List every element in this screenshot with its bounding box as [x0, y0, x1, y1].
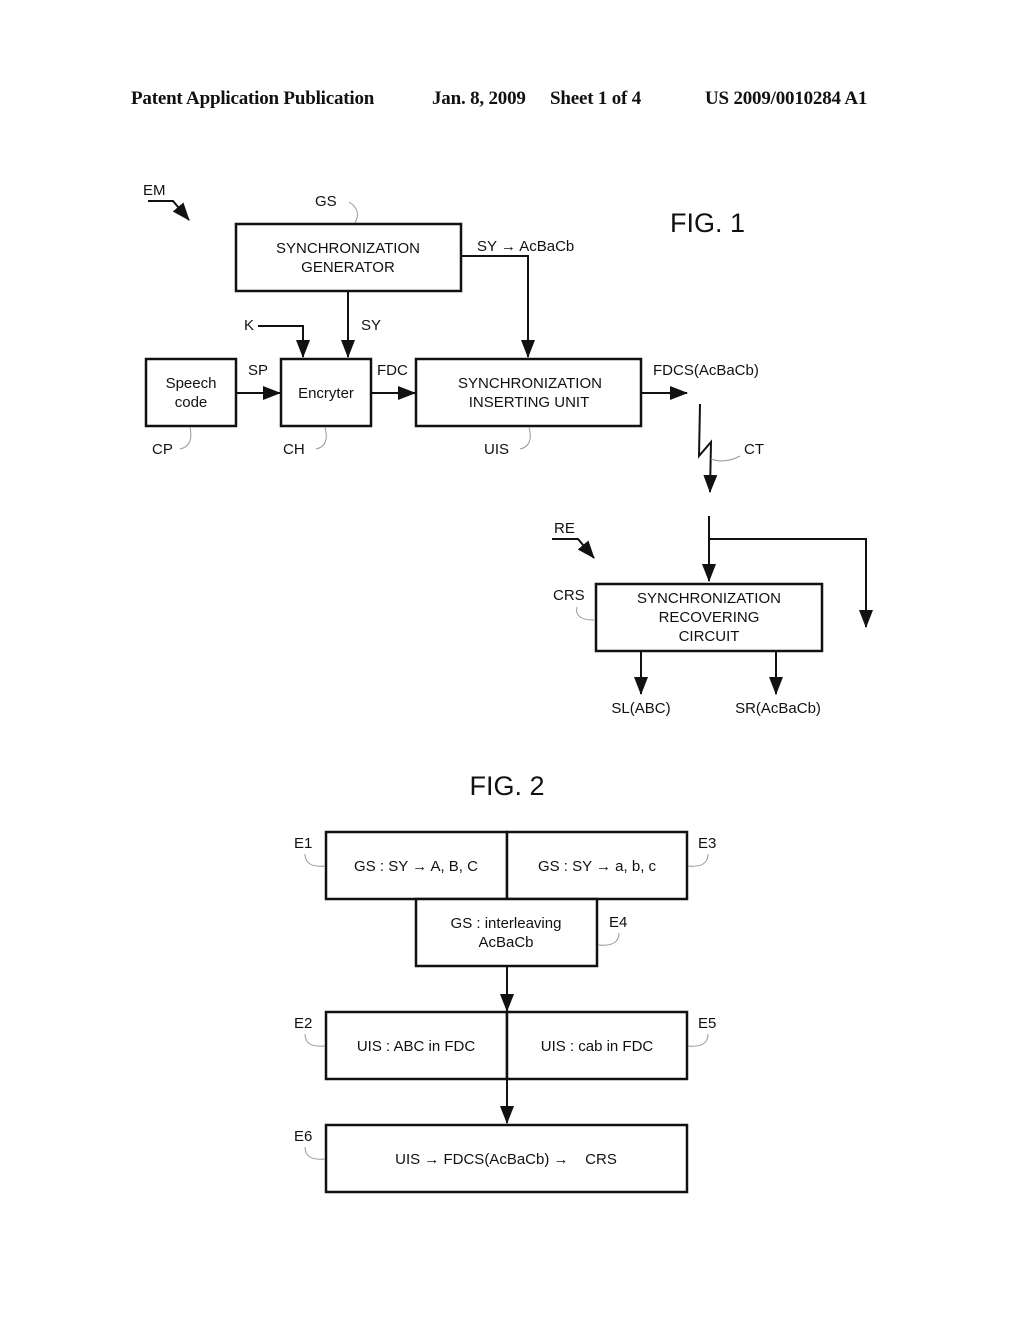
synchronization-recovering-circuit-block: SYNCHRONIZATION RECOVERING CIRCUIT CRS — [553, 582, 824, 653]
step-e5-text: UIS : cab in FDC — [541, 1038, 654, 1055]
uis-leader-line — [519, 426, 531, 450]
step-e1-leader — [304, 853, 326, 867]
step-e4-leader — [597, 932, 620, 946]
transmission-channel: CT — [697, 403, 764, 493]
synchronization-generator-block: GS SYNCHRONIZATION GENERATOR — [234, 193, 463, 293]
step-e4-line1: GS : interleaving — [451, 915, 562, 932]
step-e6: UIS → FDCS(AcBaCb) → CRS E6 — [294, 1123, 689, 1194]
key-label: K — [244, 317, 254, 334]
step-e6-ref: E6 — [294, 1128, 312, 1145]
sl-label: SL(ABC) — [611, 700, 670, 717]
receiver-ref-label: RE — [554, 520, 575, 537]
encrypter-block: Encryter CH — [279, 357, 373, 458]
crs-title-line2: RECOVERING — [659, 609, 760, 626]
step-e3: GS : SY → a, b, c E3 — [505, 830, 716, 901]
sp-label: SP — [248, 362, 268, 379]
crs-leader-line — [576, 606, 595, 621]
fdc-label: FDC — [377, 362, 408, 379]
step-e4-ref: E4 — [609, 914, 627, 931]
step-e6-leader — [304, 1146, 326, 1160]
step-e6-text: UIS → FDCS(AcBaCb) → CRS — [395, 1151, 617, 1168]
cp-leader-line — [179, 426, 192, 450]
step-e4-line2: AcBaCb — [478, 934, 533, 951]
sy-label: SY — [361, 317, 381, 334]
speech-code-line1: Speech — [166, 375, 217, 392]
encrypter-label: Encryter — [298, 385, 354, 402]
emitter-reference: EM — [143, 182, 190, 221]
step-e4-box — [414, 897, 599, 968]
gs-title-line1: SYNCHRONIZATION — [276, 240, 420, 257]
emitter-arrow-icon — [148, 200, 190, 221]
receiver-arrow-icon — [552, 538, 595, 559]
ct-leader-line — [710, 455, 741, 462]
step-e1: GS : SY → A, B, C E1 — [294, 830, 509, 901]
step-e5-ref: E5 — [698, 1015, 716, 1032]
gs-box — [234, 222, 463, 293]
step-e2-text: UIS : ABC in FDC — [357, 1038, 476, 1055]
ch-leader-line — [315, 426, 327, 450]
step-e3-text: GS : SY → a, b, c — [538, 858, 657, 875]
uis-title-line2: INSERTING UNIT — [469, 394, 590, 411]
gs-to-uis-arrow — [461, 255, 535, 358]
sr-label: SR(AcBaCb) — [735, 700, 821, 717]
uis-ref-label: UIS — [484, 441, 509, 458]
step-e4: GS : interleaving AcBaCb E4 — [414, 897, 627, 968]
step-e3-leader — [687, 853, 709, 867]
step-e1-ref: E1 — [294, 835, 312, 852]
emitter-ref-label: EM — [143, 182, 166, 199]
crs-title-line3: CIRCUIT — [679, 628, 740, 645]
fig1-title: FIG. 1 — [670, 208, 745, 238]
uis-title-line1: SYNCHRONIZATION — [458, 375, 602, 392]
uis-box — [414, 357, 643, 428]
gs-ref-label: GS — [315, 193, 337, 210]
step-e2: UIS : ABC in FDC E2 — [294, 1010, 509, 1081]
lightning-channel-icon — [697, 403, 718, 493]
receiver-reference: RE — [552, 520, 595, 559]
step-e5-leader — [687, 1033, 709, 1047]
cp-ref-label: CP — [152, 441, 173, 458]
step-e3-ref: E3 — [698, 835, 716, 852]
patent-drawing: FIG. 1 EM GS SYNCHRONIZATION GENERATOR S… — [143, 182, 873, 1194]
gs-title-line2: GENERATOR — [301, 259, 395, 276]
gs-leader-line — [348, 201, 358, 224]
fig2-title: FIG. 2 — [469, 771, 544, 801]
speech-code-line2: code — [175, 394, 208, 411]
step-e2-ref: E2 — [294, 1015, 312, 1032]
speech-code-block: Speech code CP — [144, 357, 238, 458]
synchronization-inserting-unit-block: SYNCHRONIZATION INSERTING UNIT UIS — [414, 357, 643, 458]
step-e2-leader — [304, 1033, 326, 1047]
ct-ref-label: CT — [744, 441, 764, 458]
gs-output-label: SY → AcBaCb — [477, 238, 574, 255]
step-e5: UIS : cab in FDC E5 — [505, 1010, 716, 1081]
fdcs-label: FDCS(AcBaCb) — [653, 362, 759, 379]
crs-title-line1: SYNCHRONIZATION — [637, 590, 781, 607]
crs-ref-label: CRS — [553, 587, 585, 604]
speech-code-box — [144, 357, 238, 428]
key-arrow — [258, 325, 310, 358]
ch-ref-label: CH — [283, 441, 305, 458]
step-e1-text: GS : SY → A, B, C — [354, 858, 478, 875]
